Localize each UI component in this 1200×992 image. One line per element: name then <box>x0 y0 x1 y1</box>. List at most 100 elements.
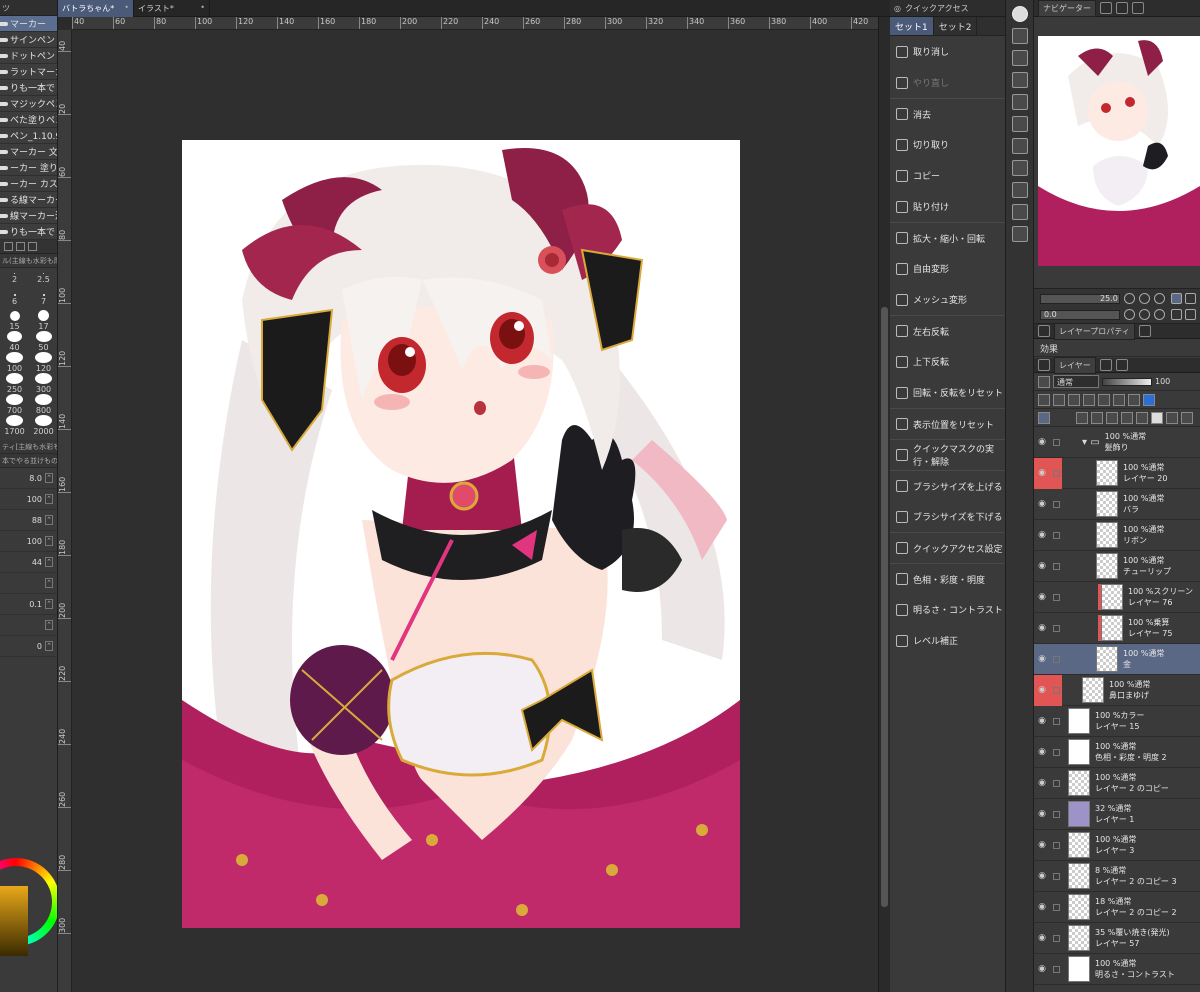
layer-lock-toggle[interactable] <box>1050 737 1062 768</box>
material-folder-icon[interactable] <box>1012 160 1028 176</box>
folder-icon[interactable]: ▾ ▭ <box>1082 437 1100 448</box>
quick-access-item[interactable]: クイックマスクの実行・解除 <box>890 439 1005 470</box>
layer-property-tab[interactable]: レイヤープロパティ <box>1054 322 1135 340</box>
layer-lock-toggle[interactable] <box>1050 923 1062 954</box>
opacity-slider[interactable] <box>1102 377 1152 386</box>
layer-color-swatch-icon[interactable] <box>1143 393 1155 406</box>
quick-access-item[interactable]: 左右反転 <box>890 315 1005 346</box>
mask-add-icon[interactable] <box>1151 411 1163 424</box>
quick-access-item[interactable]: やり直し <box>890 67 1005 98</box>
brush-size-preset[interactable]: 800 <box>31 394 56 415</box>
quick-access-item[interactable]: 取り消し <box>890 36 1005 67</box>
brush-size-preset[interactable]: 700 <box>2 394 27 415</box>
brush-size-preset[interactable]: 50 <box>31 331 56 352</box>
eye-icon[interactable]: ◉ <box>1034 582 1050 613</box>
layer-row[interactable]: ◉ ▾ ▭ 100 %通常 髪飾り <box>1034 427 1200 458</box>
layer-lock-toggle[interactable] <box>1050 427 1062 458</box>
layer-row[interactable]: ◉ 100 %通常 レイヤー 20 <box>1034 457 1200 489</box>
eye-icon[interactable]: ◉ <box>1034 954 1050 985</box>
brush-size-preset[interactable]: 300 <box>31 373 56 394</box>
quick-access-set-tab[interactable]: セット1 <box>890 17 934 35</box>
subtool-item[interactable]: りも一本で <box>0 224 57 240</box>
brush-size-preset[interactable]: 15 <box>2 310 27 331</box>
layer-tab[interactable]: レイヤー <box>1054 356 1096 374</box>
reset-rotation-icon[interactable] <box>1154 309 1165 320</box>
layer-lock-toggle[interactable] <box>1050 644 1062 675</box>
layer-row[interactable]: ◉ 100 %通常 バラ <box>1034 489 1200 520</box>
quick-access-item[interactable]: 色相・彩度・明度 <box>890 563 1005 594</box>
material-folder-icon[interactable] <box>1012 28 1028 44</box>
timeline-icon[interactable] <box>1115 359 1128 371</box>
document-tab[interactable]: イラスト* • <box>134 0 210 17</box>
layer-row[interactable]: ◉ 100 %スクリーン レイヤー 76 <box>1034 582 1200 613</box>
subtool-item[interactable]: る線マーカー <box>0 192 57 208</box>
eye-icon[interactable]: ◉ <box>1034 892 1050 923</box>
eye-icon[interactable]: ◉ <box>1034 644 1050 675</box>
quick-access-item[interactable]: ブラシサイズを上げる <box>890 470 1005 501</box>
fit-icon[interactable] <box>1171 293 1182 304</box>
layer-row[interactable]: ◉ 100 %通常 レイヤー 2 のコピー <box>1034 768 1200 799</box>
quick-access-item[interactable]: 拡大・縮小・回転 <box>890 222 1005 253</box>
eye-icon[interactable]: ◉ <box>1034 768 1050 799</box>
mask-icon[interactable] <box>1113 393 1125 406</box>
subtool-item[interactable]: ペン_1.10.9 <box>0 128 57 144</box>
layer-lock-toggle[interactable] <box>1050 768 1062 799</box>
layer-row[interactable]: ◉ 100 %通常 明るさ・コントラスト <box>1034 954 1200 985</box>
eye-icon[interactable]: ◉ <box>1034 674 1050 706</box>
blend-mode-select[interactable]: 通常 <box>1053 375 1099 388</box>
layer-row[interactable]: ◉ 100 %通常 色相・彩度・明度 2 <box>1034 737 1200 768</box>
zoom-in-icon[interactable] <box>1139 293 1150 304</box>
zoom-out-icon[interactable] <box>1124 293 1135 304</box>
layer-row[interactable]: ◉ 100 %通常 鼻口まゆげ <box>1034 674 1200 706</box>
effect-row[interactable]: 効果 <box>1034 339 1200 357</box>
brush-size-preset[interactable]: 2000 <box>31 415 56 436</box>
quick-access-item[interactable]: 回転・反転をリセット <box>890 377 1005 408</box>
brush-size-preset[interactable]: 1700 <box>2 415 27 436</box>
tool-property-row[interactable]: 100 ⌃ <box>0 531 57 552</box>
eye-icon[interactable]: ◉ <box>1034 861 1050 892</box>
layer-row[interactable]: ◉ 35 %覆い焼き(発光) レイヤー 57 <box>1034 923 1200 954</box>
brush-size-preset[interactable]: 100 <box>2 352 27 373</box>
stepper-icon[interactable]: ⌃ <box>45 494 53 504</box>
subtool-item[interactable]: りも一本で <box>0 80 57 96</box>
palette-color-icon[interactable] <box>1128 393 1140 406</box>
eye-icon[interactable]: ◉ <box>1034 830 1050 861</box>
scrollbar-thumb[interactable] <box>881 307 888 907</box>
layer-lock-toggle[interactable] <box>1050 706 1062 737</box>
quick-access-item[interactable]: クイックアクセス設定 <box>890 532 1005 563</box>
reference-layer-icon[interactable] <box>1053 393 1065 406</box>
layer-row[interactable]: ◉ 100 %通常 チューリップ <box>1034 551 1200 582</box>
layer-row[interactable]: ◉ 100 %乗算 レイヤー 75 <box>1034 613 1200 644</box>
layer-row[interactable]: ◉ 18 %通常 レイヤー 2 のコピー 2 <box>1034 892 1200 923</box>
flip-vertical-icon[interactable] <box>1185 309 1196 320</box>
quick-access-item[interactable]: レベル補正 <box>890 625 1005 656</box>
delete-layer-icon[interactable] <box>1181 411 1193 424</box>
eye-icon[interactable]: ◉ <box>1034 427 1050 458</box>
layer-lock-toggle[interactable] <box>1050 551 1062 582</box>
quick-access-item[interactable]: 明るさ・コントラスト <box>890 594 1005 625</box>
tool-property-row[interactable]: ⌃ <box>0 615 57 636</box>
flip-horizontal-icon[interactable] <box>1171 309 1182 320</box>
combine-icon[interactable] <box>1136 411 1148 424</box>
brush-size-preset[interactable]: 120 <box>31 352 56 373</box>
tool-property-row[interactable]: 0 ⌃ <box>0 636 57 657</box>
eye-icon[interactable]: ◉ <box>1034 613 1050 644</box>
layer-row[interactable]: ◉ 100 %通常 リボン <box>1034 520 1200 551</box>
subtool-item[interactable]: 線マーカー濃 <box>0 208 57 224</box>
clip-icon[interactable] <box>1038 393 1050 406</box>
subtool-item[interactable]: ーカー カスカス <box>0 176 57 192</box>
tool-property-row[interactable]: 0.1 ⌃ <box>0 594 57 615</box>
tool-property-row[interactable]: 44 ⌃ <box>0 552 57 573</box>
layer-lock-toggle[interactable] <box>1050 457 1062 489</box>
rotate-left-icon[interactable] <box>1124 309 1135 320</box>
canvas-artwork[interactable] <box>182 140 740 928</box>
layer-lock-toggle[interactable] <box>1050 613 1062 644</box>
tool-property-row[interactable]: ⌃ <box>0 573 57 594</box>
subview-icon[interactable] <box>1100 2 1112 14</box>
brush-size-preset[interactable]: 40 <box>2 331 27 352</box>
eye-icon[interactable]: ◉ <box>1034 706 1050 737</box>
quick-access-item[interactable]: ブラシサイズを下げる <box>890 501 1005 532</box>
stepper-icon[interactable]: ⌃ <box>45 473 53 483</box>
material-folder-icon[interactable] <box>1012 182 1028 198</box>
color-saturation-box[interactable] <box>0 886 28 956</box>
